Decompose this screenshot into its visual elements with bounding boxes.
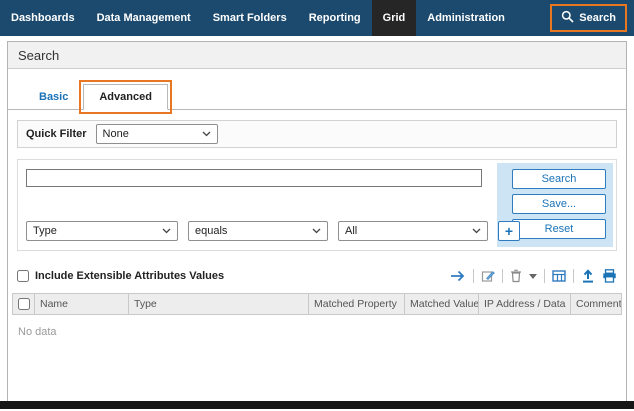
toolbar-icons — [450, 269, 617, 283]
quick-filter-bar: Quick Filter None — [17, 120, 617, 148]
tab-basic[interactable]: Basic — [24, 85, 83, 109]
divider — [573, 269, 574, 283]
column-header-name[interactable]: Name — [35, 294, 129, 314]
results-table: Name Type Matched Property Matched Value… — [12, 293, 622, 349]
add-condition-button[interactable]: + — [498, 221, 520, 241]
top-navbar: Dashboards Data Management Smart Folders… — [0, 0, 634, 36]
window-bottom-bar — [0, 401, 634, 409]
condition-value-value: All — [345, 225, 357, 237]
empty-state-text: No data — [12, 315, 622, 349]
column-header-comment[interactable]: Comment — [571, 294, 621, 314]
nav-item-dashboards[interactable]: Dashboards — [0, 0, 86, 36]
divider — [473, 269, 474, 283]
query-input[interactable] — [26, 169, 482, 187]
column-header-type[interactable]: Type — [129, 294, 309, 314]
chevron-down-icon — [312, 225, 321, 237]
app-window: Dashboards Data Management Smart Folders… — [0, 0, 634, 411]
condition-value-select[interactable]: All — [338, 221, 488, 241]
content-panel: Search Basic Advanced Quick Filter None … — [7, 41, 627, 401]
results-toolbar: Include Extensible Attributes Values — [17, 266, 617, 286]
column-header-matched-property[interactable]: Matched Property — [309, 294, 405, 314]
nav-item-administration[interactable]: Administration — [416, 0, 516, 36]
page-title: Search — [18, 48, 59, 63]
search-icon — [561, 10, 574, 26]
nav-item-reporting[interactable]: Reporting — [298, 0, 372, 36]
quick-filter-select[interactable]: None — [96, 124, 218, 144]
nav-search-button[interactable]: Search — [552, 6, 625, 30]
column-header-matched-value[interactable]: Matched Value — [405, 294, 479, 314]
condition-row: Type equals All + — [26, 221, 520, 241]
extensible-attributes-checkbox-row: Include Extensible Attributes Values — [17, 270, 224, 282]
select-all-cell — [13, 294, 35, 314]
column-header-ip-address-data[interactable]: IP Address / Data — [479, 294, 571, 314]
print-icon[interactable] — [602, 269, 617, 283]
reset-button[interactable]: Reset — [512, 219, 606, 239]
delete-icon[interactable] — [510, 269, 522, 283]
extensible-attributes-checkbox[interactable] — [17, 270, 29, 282]
divider — [502, 269, 503, 283]
search-button[interactable]: Search — [512, 169, 606, 189]
query-builder: Search Save... Reset Type equals — [17, 159, 617, 251]
caret-down-icon[interactable] — [529, 274, 537, 279]
page-title-bar: Search — [8, 42, 626, 69]
extensible-attributes-label: Include Extensible Attributes Values — [35, 270, 224, 282]
chevron-down-icon — [162, 225, 171, 237]
condition-field-value: Type — [33, 225, 57, 237]
chevron-down-icon — [202, 128, 211, 140]
quick-filter-value: None — [103, 128, 129, 140]
tab-advanced[interactable]: Advanced — [83, 84, 168, 110]
chevron-down-icon — [472, 225, 481, 237]
tab-bar: Basic Advanced — [8, 83, 626, 110]
edit-icon[interactable] — [481, 269, 495, 283]
select-all-checkbox[interactable] — [18, 298, 30, 310]
results-table-header: Name Type Matched Property Matched Value… — [12, 293, 622, 315]
nav-item-data-management[interactable]: Data Management — [86, 0, 202, 36]
divider — [544, 269, 545, 283]
table-icon[interactable] — [552, 270, 566, 282]
condition-operator-select[interactable]: equals — [188, 221, 328, 241]
nav-search-label: Search — [579, 12, 616, 24]
go-arrow-icon[interactable] — [450, 270, 466, 282]
nav-item-grid[interactable]: Grid — [372, 0, 417, 36]
upload-icon[interactable] — [581, 269, 595, 283]
condition-operator-value: equals — [195, 225, 227, 237]
quick-filter-label: Quick Filter — [26, 128, 87, 140]
save-button[interactable]: Save... — [512, 194, 606, 214]
condition-field-select[interactable]: Type — [26, 221, 178, 241]
nav-item-smart-folders[interactable]: Smart Folders — [202, 0, 298, 36]
